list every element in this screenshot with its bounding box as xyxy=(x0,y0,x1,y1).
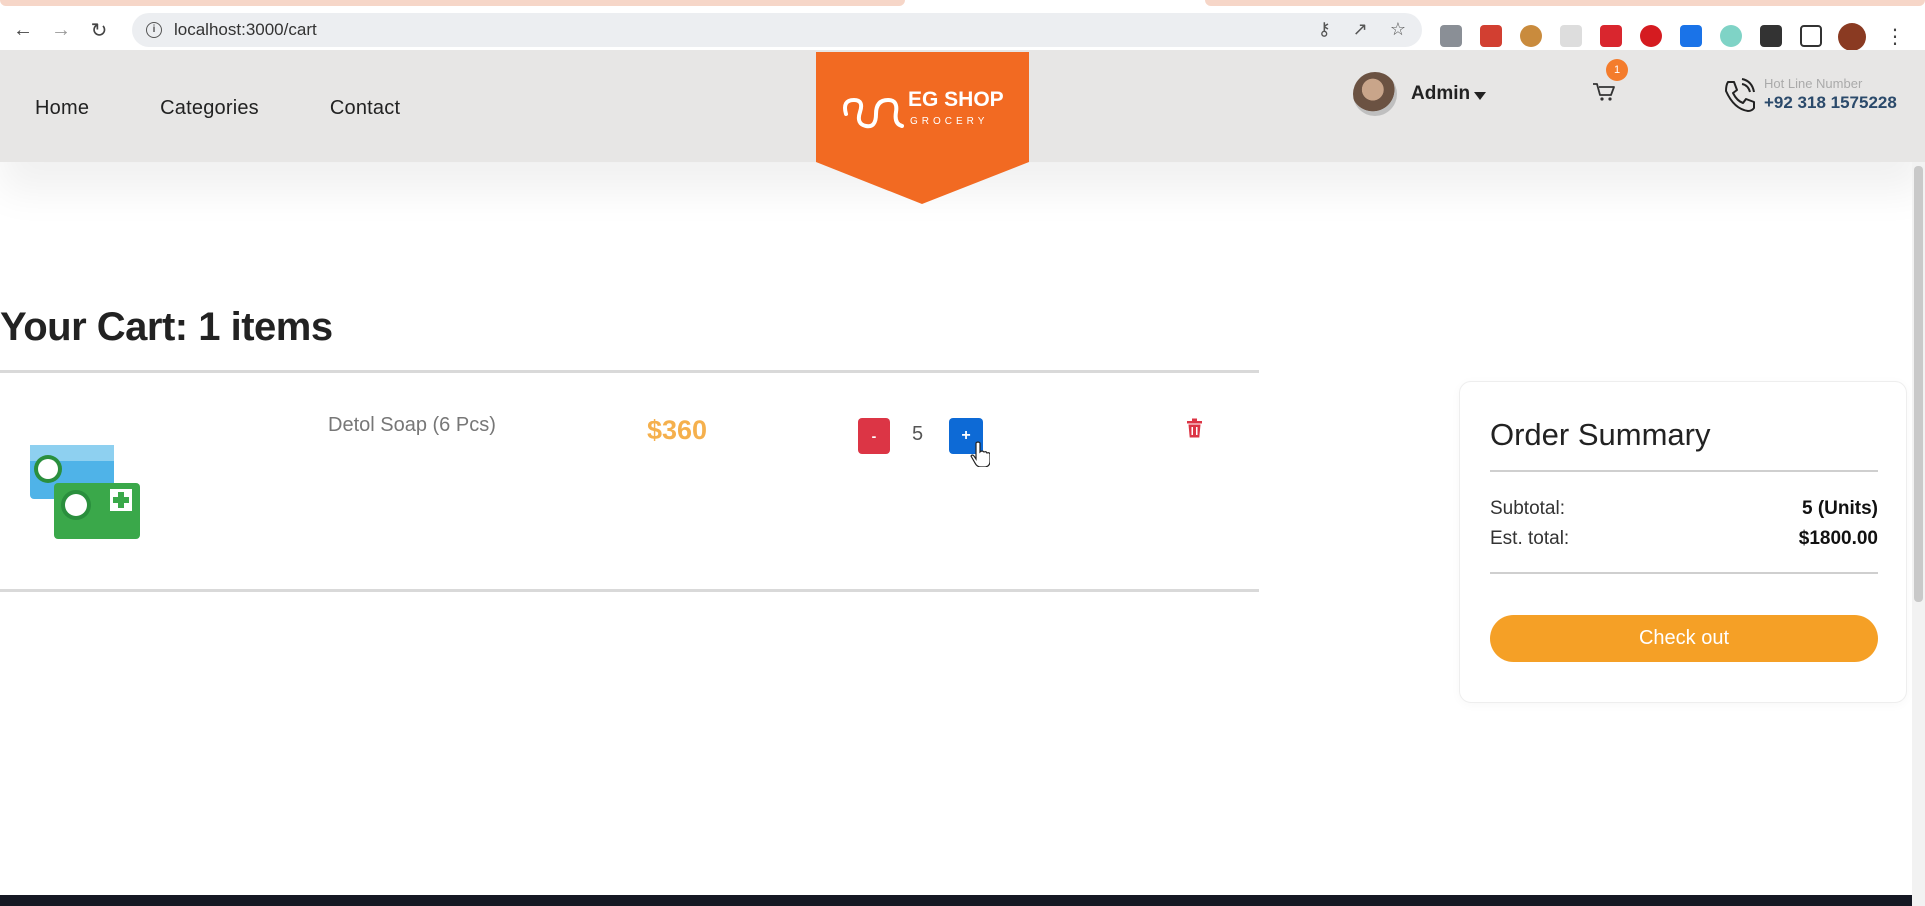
product-image[interactable] xyxy=(26,443,142,541)
logo-line2: GROCERY xyxy=(910,116,988,127)
cart-title-prefix: Your Cart: xyxy=(0,305,199,349)
divider xyxy=(0,589,1259,592)
menu-kebab-icon[interactable]: ⋮ xyxy=(1885,24,1905,49)
decrease-qty-button[interactable]: - xyxy=(858,418,890,454)
lock-extension-icon[interactable] xyxy=(1600,25,1622,47)
cart-count-badge: 1 xyxy=(1606,59,1628,81)
browser-toolbar: ← → ↻ i localhost:3000/cart ⚷ ↗ ☆ ⋮ xyxy=(0,10,1925,51)
extension-icon[interactable] xyxy=(1440,25,1462,47)
logo[interactable]: EG SHOP GROCERY xyxy=(816,52,1029,204)
hand-cursor-icon xyxy=(970,441,990,467)
bookmark-star-icon[interactable]: ☆ xyxy=(1390,19,1406,40)
user-name[interactable]: Admin xyxy=(1411,83,1470,105)
cart-item-count: 1 items xyxy=(198,305,333,349)
puzzle-icon[interactable] xyxy=(1760,25,1782,47)
product-price: $360 xyxy=(647,415,708,445)
user-menu[interactable]: Admin xyxy=(1353,72,1487,116)
extension-icon[interactable] xyxy=(1720,25,1742,47)
main-nav: Home Categories Contact xyxy=(35,97,400,120)
browser-tab[interactable] xyxy=(1205,0,1925,6)
subtotal-value: 5 (Units) xyxy=(1802,498,1878,519)
logo-line1: EG SHOP xyxy=(908,88,1004,111)
cookie-extension-icon[interactable] xyxy=(1520,25,1542,47)
trash-icon[interactable] xyxy=(1186,418,1203,438)
extension-icon[interactable] xyxy=(1560,25,1582,47)
subtotal-label: Subtotal: xyxy=(1490,498,1565,519)
hotline-number: +92 318 1575228 xyxy=(1764,93,1897,112)
caret-down-icon[interactable] xyxy=(1474,91,1487,100)
profile-avatar-icon[interactable] xyxy=(1838,23,1866,51)
divider xyxy=(0,370,1259,373)
download-extension-icon[interactable] xyxy=(1680,25,1702,47)
forward-icon[interactable]: → xyxy=(46,15,76,45)
total-label: Est. total: xyxy=(1490,528,1570,549)
nav-contact[interactable]: Contact xyxy=(330,97,400,120)
footer xyxy=(0,895,1912,906)
total-row: Est. total: $1800.00 xyxy=(1490,528,1878,550)
opera-extension-icon[interactable] xyxy=(1640,25,1662,47)
back-icon[interactable]: ← xyxy=(8,15,38,45)
nav-home[interactable]: Home xyxy=(35,97,89,120)
divider xyxy=(1490,470,1878,472)
phone-icon xyxy=(1725,78,1755,112)
reload-icon[interactable]: ↻ xyxy=(84,15,114,45)
total-value: $1800.00 xyxy=(1798,528,1878,549)
scrollbar-thumb[interactable] xyxy=(1914,166,1923,602)
quantity-value: 5 xyxy=(912,423,924,445)
browser-tab[interactable] xyxy=(0,0,905,6)
tab-strip xyxy=(0,0,1925,10)
extension-icon[interactable] xyxy=(1480,25,1502,47)
hotline-label: Hot Line Number xyxy=(1764,76,1863,91)
divider xyxy=(1490,572,1878,574)
nav-categories[interactable]: Categories xyxy=(160,97,259,120)
url-text[interactable]: localhost:3000/cart xyxy=(174,20,317,40)
product-name[interactable]: Detol Soap (6 Pcs) xyxy=(328,414,496,437)
key-icon[interactable]: ⚷ xyxy=(1318,19,1331,40)
share-icon[interactable]: ↗ xyxy=(1353,19,1368,40)
address-bar[interactable]: i localhost:3000/cart ⚷ ↗ ☆ xyxy=(132,13,1422,47)
order-summary-card: Order Summary Subtotal: 5 (Units) Est. t… xyxy=(1459,381,1907,703)
avatar[interactable] xyxy=(1353,72,1397,116)
cart-icon[interactable] xyxy=(1592,82,1616,102)
subtotal-row: Subtotal: 5 (Units) xyxy=(1490,498,1878,520)
order-summary-title: Order Summary xyxy=(1490,417,1711,452)
site-info-icon[interactable]: i xyxy=(146,22,162,38)
sidebar-icon[interactable] xyxy=(1800,25,1822,47)
cart-title: Your Cart: 1 items xyxy=(0,305,333,350)
checkout-button[interactable]: Check out xyxy=(1490,615,1878,662)
